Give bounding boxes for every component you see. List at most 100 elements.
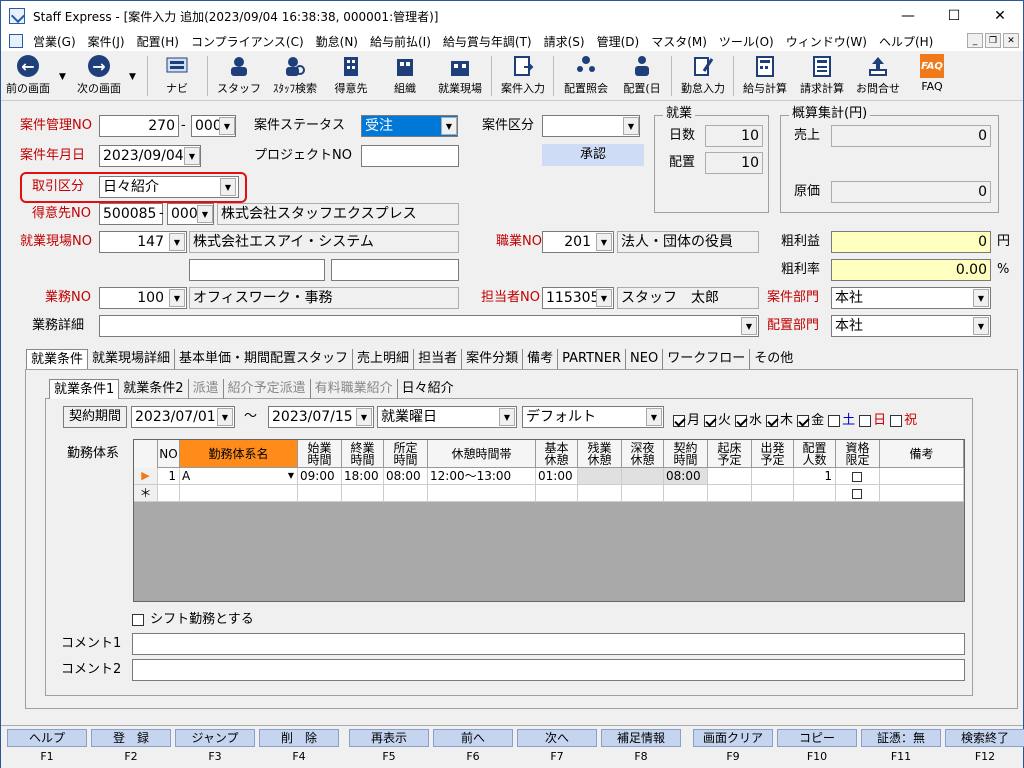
mdi-restore-button[interactable]: ❐	[985, 33, 1001, 48]
menu-kyuyo[interactable]: 給与賞与年調(T)	[437, 33, 538, 50]
chevron-down-icon[interactable]: ▼	[169, 289, 185, 307]
tab-neo[interactable]: NEO	[626, 349, 664, 369]
kanri-no-field[interactable]: 270	[99, 115, 179, 137]
comment1-field[interactable]	[132, 633, 965, 655]
chevron-down-icon[interactable]: ▼	[646, 408, 662, 426]
subtab-joken1[interactable]: 就業条件1	[49, 379, 120, 399]
payroll-calc-button[interactable]: 給与計算	[739, 54, 791, 100]
subtab-joken2[interactable]: 就業条件2	[119, 379, 189, 399]
fkey-button-f4[interactable]: 削 除	[259, 729, 339, 747]
back-button[interactable]: ← 前の画面	[5, 54, 51, 100]
fkey-button-f3[interactable]: ジャンプ	[175, 729, 255, 747]
staff-button[interactable]: スタッフ	[217, 54, 261, 100]
organization-button[interactable]: 組織	[383, 54, 427, 100]
default-select[interactable]: デフォルト	[522, 406, 664, 428]
checkbox[interactable]	[735, 414, 748, 427]
grid-cell[interactable]: 08:00	[384, 468, 428, 485]
maximize-button[interactable]: ☐	[931, 1, 977, 31]
subtab-hibi-shokai[interactable]: 日々紹介	[398, 379, 458, 399]
chevron-down-icon[interactable]: ▼	[973, 289, 989, 307]
fkey-button-f11[interactable]: 証憑：無	[861, 729, 941, 747]
menu-help[interactable]: ヘルプ(H)	[873, 33, 939, 50]
menu-compliance[interactable]: コンプライアンス(C)	[185, 33, 310, 50]
document-icon[interactable]	[9, 34, 23, 48]
checkbox[interactable]	[890, 414, 903, 427]
staff-search-button[interactable]: ｽﾀｯﾌ検索	[267, 54, 323, 100]
chevron-down-icon[interactable]: ▼	[288, 468, 294, 484]
project-field[interactable]	[361, 145, 459, 167]
comment2-field[interactable]	[132, 659, 965, 681]
checkbox[interactable]	[851, 488, 862, 499]
menu-seikyu[interactable]: 請求(S)	[538, 33, 591, 50]
chevron-down-icon[interactable]: ▼	[623, 117, 639, 135]
grid-cell-check[interactable]	[836, 468, 880, 485]
tab-kihon-tanka[interactable]: 基本単価・期間配置スタッフ	[175, 349, 354, 369]
fkey-button-f2[interactable]: 登 録	[91, 729, 171, 747]
weekday-checkbox[interactable]: 土	[828, 409, 855, 428]
fkey-button-f8[interactable]: 補足情報	[601, 729, 681, 747]
haichi-bumon-select[interactable]: 本社	[831, 315, 991, 337]
mdi-minimize-button[interactable]: _	[967, 33, 983, 48]
menu-window[interactable]: ウィンドウ(W)	[780, 33, 873, 50]
billing-calc-button[interactable]: 請求計算	[795, 54, 849, 100]
youbi-select[interactable]: 就業曜日	[377, 406, 517, 428]
grid-cell[interactable]: 18:00	[342, 468, 384, 485]
grid-cell[interactable]: 12:00～13:00	[428, 468, 536, 485]
chevron-down-icon[interactable]: ▼	[356, 408, 372, 426]
menu-kintai[interactable]: 勤怠(N)	[310, 33, 364, 50]
bumon-select[interactable]: 本社	[831, 287, 991, 309]
placement-day-button[interactable]: 配置(日	[617, 54, 667, 100]
weekday-checkbox[interactable]: 金	[797, 409, 824, 428]
grid-cell[interactable]	[708, 468, 752, 485]
chevron-down-icon[interactable]: ▼	[184, 147, 200, 165]
tab-partner[interactable]: PARTNER	[558, 349, 627, 369]
chevron-down-icon[interactable]: ▼	[596, 233, 612, 251]
inquiry-button[interactable]: お問合せ	[853, 54, 903, 100]
grid-cell[interactable]: 09:00	[298, 468, 342, 485]
tab-sonota[interactable]: その他	[750, 349, 797, 369]
menu-eigyo[interactable]: 営業(G)	[27, 33, 82, 50]
fkey-button-f10[interactable]: コピー	[777, 729, 857, 747]
grid-cell[interactable]	[752, 468, 794, 485]
weekday-checkbox[interactable]: 火	[704, 409, 731, 428]
case-entry-button[interactable]: 案件入力	[497, 54, 549, 100]
subtab-shokai-yotei[interactable]: 紹介予定派遣	[224, 379, 311, 399]
approve-button[interactable]: 承認	[542, 144, 644, 166]
fkey-button-f7[interactable]: 次へ	[517, 729, 597, 747]
chevron-down-icon[interactable]: ▼	[441, 117, 457, 135]
grid-cell-name[interactable]: A ▼	[180, 468, 298, 485]
tab-uriage-meisai[interactable]: 売上明細	[353, 349, 415, 369]
forward-dropdown-icon[interactable]: ▼	[129, 72, 136, 82]
tab-genba-shosai[interactable]: 就業現場詳細	[88, 349, 176, 369]
worksite-button[interactable]: 就業現場	[433, 54, 487, 100]
checkbox[interactable]	[766, 414, 779, 427]
checkbox[interactable]	[704, 414, 717, 427]
fkey-button-f12[interactable]: 検索終了	[945, 729, 1024, 747]
checkbox[interactable]	[828, 414, 841, 427]
fkey-button-f6[interactable]: 前へ	[433, 729, 513, 747]
chevron-down-icon[interactable]: ▼	[596, 289, 612, 307]
chevron-down-icon[interactable]: ▼	[741, 317, 757, 335]
checkbox[interactable]	[851, 471, 862, 482]
weekday-checkbox[interactable]: 日	[859, 409, 886, 428]
period-button[interactable]: 契約期間	[63, 406, 127, 428]
placement-inquiry-button[interactable]: 配置照会	[559, 54, 613, 100]
tokui-no-field[interactable]: 500085	[99, 203, 163, 225]
fkey-button-f9[interactable]: 画面クリア	[693, 729, 773, 747]
checkbox[interactable]	[673, 414, 685, 427]
forward-button[interactable]: → 次の画面	[73, 54, 125, 100]
grid-cell[interactable]: 1	[794, 468, 836, 485]
weekday-checkbox[interactable]: 祝	[890, 409, 917, 428]
tab-workflow[interactable]: ワークフロー	[663, 349, 751, 369]
close-button[interactable]: ✕	[977, 1, 1023, 31]
faq-button[interactable]: FAQ FAQ	[911, 54, 953, 100]
chevron-down-icon[interactable]: ▼	[217, 408, 233, 426]
menu-anken[interactable]: 案件(J)	[82, 33, 131, 50]
grid-cell[interactable]	[880, 468, 964, 485]
customer-button[interactable]: 得意先	[329, 54, 373, 100]
chevron-down-icon[interactable]: ▼	[169, 233, 185, 251]
minimize-button[interactable]: —	[885, 1, 931, 31]
menu-master[interactable]: マスタ(M)	[645, 33, 713, 50]
grid-cell[interactable]: 01:00	[536, 468, 578, 485]
navi-button[interactable]: ナビ	[157, 54, 197, 100]
